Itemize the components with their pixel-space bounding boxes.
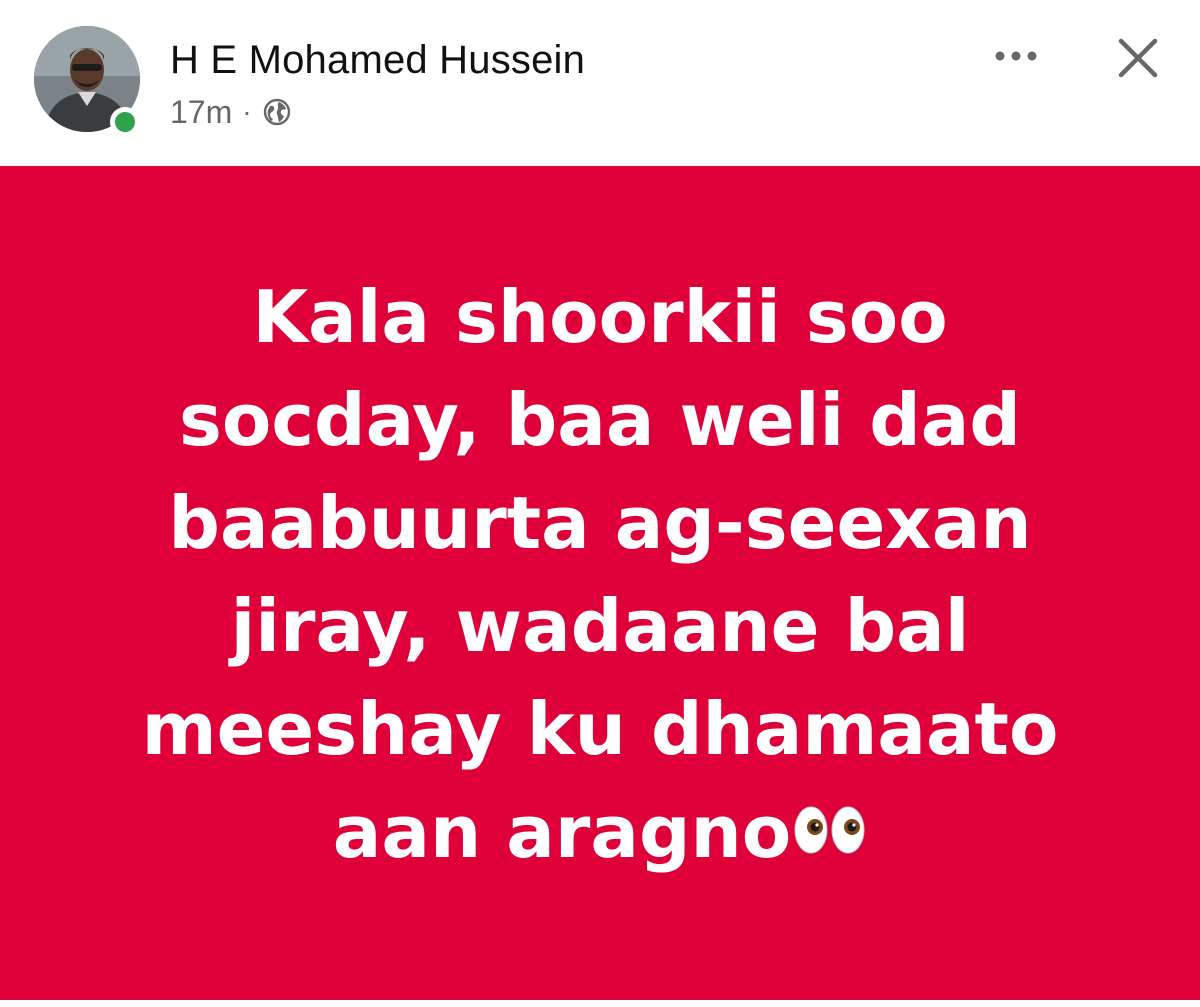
post-text-line: meeshay ku dhamaato (141, 686, 1059, 771)
post-header: H E Mohamed Hussein 17m · (0, 0, 1200, 166)
eyes-icon (793, 779, 867, 882)
author-name[interactable]: H E Mohamed Hussein (170, 38, 585, 83)
post-text-line: jiray, wadaane bal (230, 583, 970, 668)
online-status-dot (110, 107, 140, 137)
more-options-button[interactable] (988, 36, 1044, 76)
post-text-last-line: aan aragno (70, 781, 1130, 889)
post-text-line: aan aragno (332, 789, 792, 874)
globe-icon[interactable] (262, 97, 292, 127)
post-text-line: socday, baa weli dad (179, 377, 1021, 462)
more-horizontal-icon (995, 51, 1037, 61)
post-timestamp[interactable]: 17m (170, 94, 232, 131)
post-meta: 17m · (170, 92, 292, 132)
post-text-line: baabuurta ag-seexan (168, 480, 1032, 565)
close-icon (1118, 38, 1158, 78)
post-text-line: Kala shoorkii soo (252, 274, 948, 359)
post-text: Kala shoorkii soo socday, baa weli dad b… (70, 266, 1130, 889)
close-button[interactable] (1110, 30, 1166, 86)
meta-separator: · (242, 96, 252, 127)
post-text-card: Kala shoorkii soo socday, baa weli dad b… (0, 166, 1200, 1000)
post-bottom-divider (0, 1000, 1200, 1007)
